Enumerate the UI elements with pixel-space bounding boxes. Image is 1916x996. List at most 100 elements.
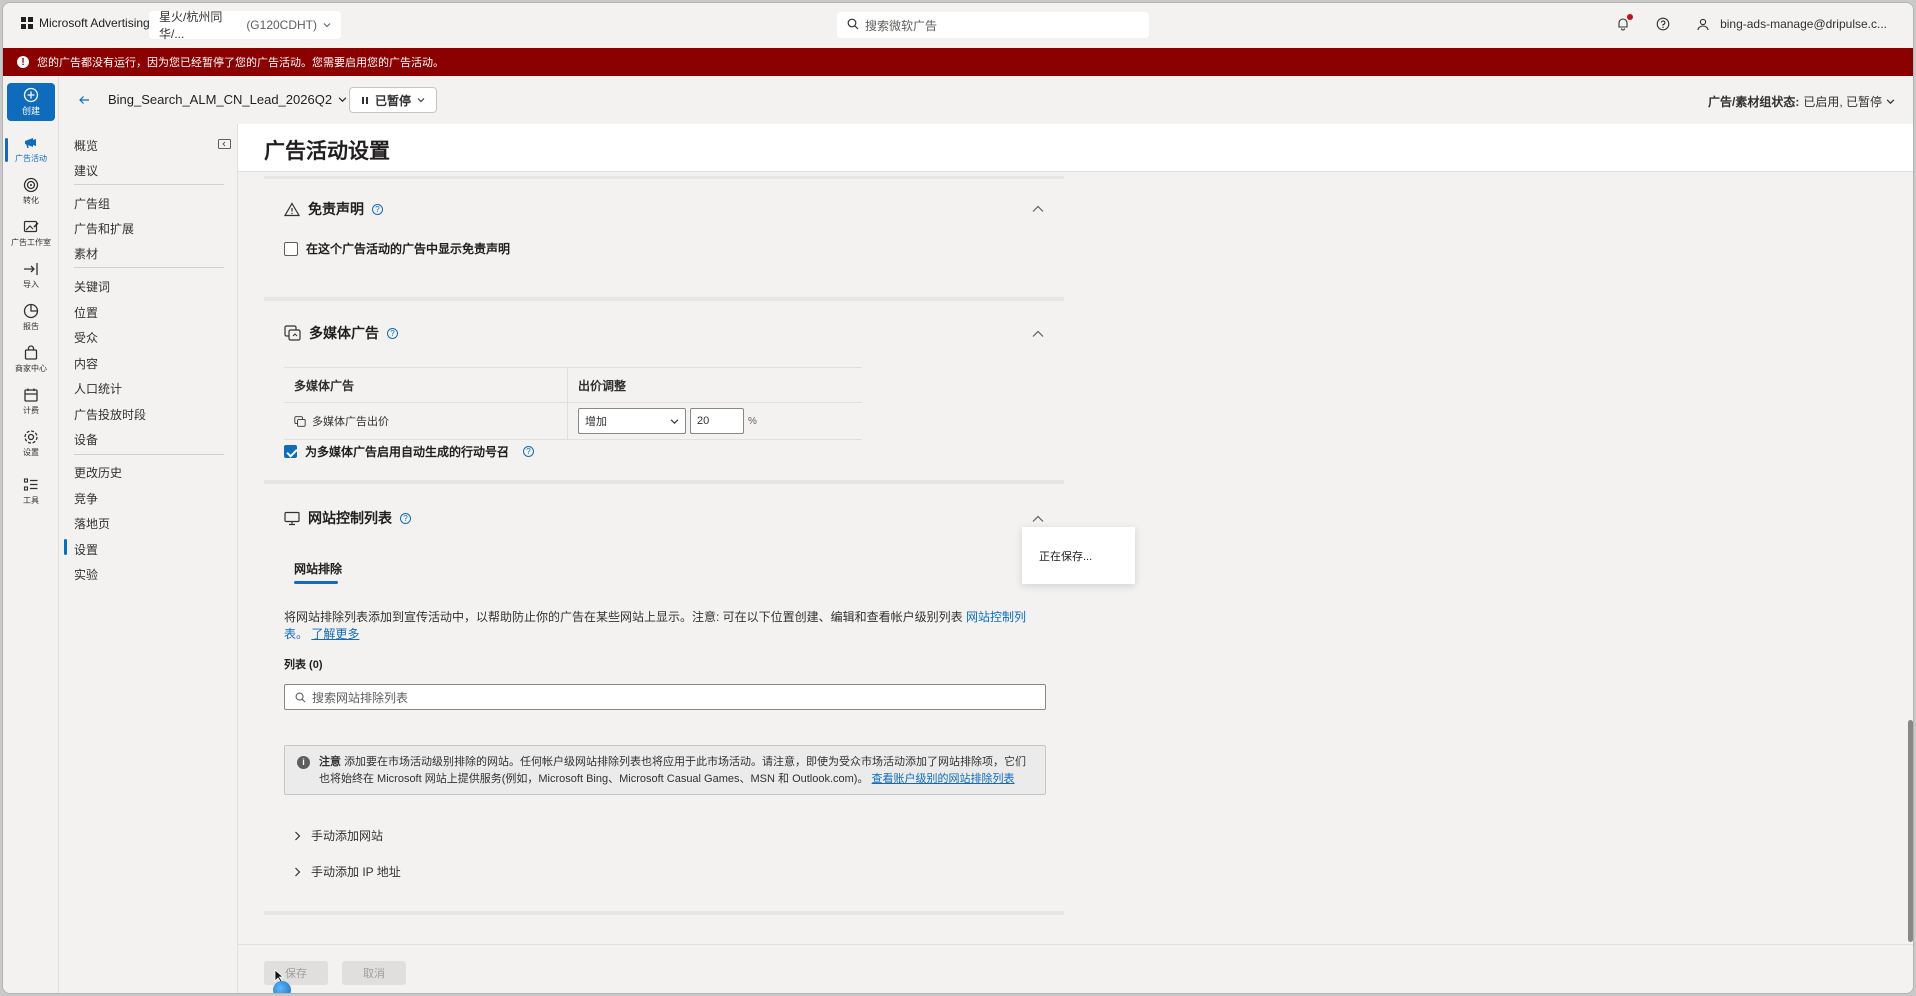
rail-item-label: 计费 — [23, 406, 39, 415]
search-placeholder: 搜索微软广告 — [865, 18, 938, 33]
help-icon[interactable] — [1654, 15, 1672, 33]
subnav-item-competition[interactable]: 竞争 — [74, 490, 98, 507]
site-exclusion-note: i 注意 添加要在市场活动级别排除的网站。任何帐户级网站排除列表也将应用于此市场… — [284, 745, 1046, 795]
campaign-subnav: 概览 建议 广告组 广告和扩展 素材 关键词 位置 受众 内容 人口统计 广告投… — [60, 124, 238, 993]
content-scrollbar[interactable] — [1906, 172, 1913, 944]
subnav-item-landing-pages[interactable]: 落地页 — [74, 515, 110, 532]
search-icon — [847, 18, 859, 33]
subnav-item-change-history[interactable]: 更改历史 — [74, 464, 122, 481]
chevron-right-icon — [295, 831, 301, 840]
bid-adjust-direction-select[interactable]: 增加 — [578, 408, 686, 434]
multimedia-header: 多媒体广告 ? — [284, 323, 398, 343]
disclaimer-title: 免责声明 — [308, 201, 364, 217]
description-text: 将网站排除列表添加到宣传活动中，以帮助防止你的广告在某些网站上显示。注意: 可在… — [284, 610, 963, 624]
rail-item-label: 导入 — [23, 280, 39, 289]
subnav-item-overview[interactable]: 概览 — [74, 137, 98, 154]
info-icon: i — [297, 756, 310, 769]
campaign-status: 已暂停 — [374, 93, 411, 108]
subnav-item-demographics[interactable]: 人口统计 — [74, 380, 122, 397]
left-rail: 创建 广告活动 转化 广告工作室 导入 报告 商家中心 计费 设置 工具 — [3, 76, 59, 993]
campaign-status-dropdown[interactable]: 已暂停 — [349, 87, 437, 113]
rail-item-campaigns[interactable]: 广告活动 — [3, 134, 59, 164]
asset-group-status[interactable]: 广告/素材组状态: 已启用, 已暂停 — [1708, 93, 1895, 110]
brand-name: Microsoft Advertising — [39, 16, 150, 30]
column-header: 出价调整 — [578, 378, 627, 393]
subnav-item-ad-groups[interactable]: 广告组 — [74, 195, 110, 212]
subnav-item-devices[interactable]: 设备 — [74, 431, 98, 448]
subnav-item-content[interactable]: 内容 — [74, 355, 98, 372]
chevron-down-icon — [670, 418, 679, 424]
brand[interactable]: Microsoft Advertising — [21, 16, 150, 30]
rail-item-billing[interactable]: 计费 — [3, 386, 59, 416]
rail-item-merchant-center[interactable]: 商家中心 — [3, 344, 59, 374]
global-search-input[interactable]: 搜索微软广告 — [837, 12, 1149, 38]
account-exclusion-list-link[interactable]: 查看账户级别的网站排除列表 — [872, 773, 1015, 785]
collapse-panel-icon[interactable] — [218, 138, 231, 152]
help-icon[interactable]: ? — [387, 327, 398, 339]
multimedia-ad-icon — [284, 325, 301, 341]
subnav-item-audiences[interactable]: 受众 — [74, 329, 98, 346]
microsoft-logo-icon — [21, 17, 33, 29]
subnav-item-recommendations[interactable]: 建议 — [74, 162, 98, 179]
create-button[interactable]: 创建 — [7, 83, 55, 121]
notifications-bell-icon[interactable] — [1614, 14, 1634, 33]
auto-cta-checkbox-row[interactable]: 为多媒体广告启用自动生成的行动号召 ? — [284, 443, 535, 460]
auto-cta-checkbox[interactable] — [284, 445, 297, 458]
collapse-section-icon[interactable] — [1032, 512, 1044, 526]
show-disclaimer-checkbox[interactable] — [284, 241, 298, 256]
rail-item-label: 广告活动 — [15, 154, 47, 163]
multimedia-title: 多媒体广告 — [309, 325, 379, 341]
scrollbar-thumb[interactable] — [1908, 720, 1913, 942]
site-control-section: 网站控制列表 ? 网站排除 将网站排除列表添加到宣传活动中，以帮助防止你的广告在… — [264, 488, 1064, 915]
learn-more-link[interactable]: 了解更多 — [311, 627, 359, 641]
help-icon[interactable]: ? — [400, 512, 411, 524]
help-icon[interactable]: ? — [523, 446, 535, 457]
help-icon[interactable]: ? — [372, 203, 383, 215]
tab-site-exclusions[interactable]: 网站排除 — [294, 560, 342, 577]
rail-item-settings[interactable]: 设置 — [3, 428, 59, 458]
account-picker[interactable]: 星火/杭州同华/... (G120CDHT) — [149, 10, 341, 41]
multimedia-bid-table: 多媒体广告 出价调整 多媒体广告出价 增加 20 % — [284, 367, 862, 440]
rail-item-import[interactable]: 导入 — [3, 260, 59, 290]
manual-add-ip-expander[interactable]: 手动添加 IP 地址 — [294, 863, 401, 880]
billing-icon — [24, 388, 38, 402]
collapse-section-icon[interactable] — [1032, 202, 1044, 216]
site-exclusion-search-input[interactable]: 搜索网站排除列表 — [284, 684, 1046, 710]
campaign-name: Bing_Search_ALM_CN_Lead_2026Q2 — [108, 92, 333, 107]
user-menu[interactable]: bing-ads-manage@dripulse.c... — [1694, 15, 1887, 33]
subnav-item-experiments[interactable]: 实验 — [74, 566, 98, 583]
subnav-item-assets[interactable]: 素材 — [74, 245, 98, 262]
campaign-header: Bing_Search_ALM_CN_Lead_2026Q2 已暂停 广告/素材… — [60, 76, 1913, 124]
back-arrow-icon[interactable] — [78, 93, 90, 109]
chevron-down-icon — [338, 97, 347, 103]
show-disclaimer-checkbox-row[interactable]: 在这个广告活动的广告中显示免责声明 — [284, 240, 510, 257]
subnav-item-locations[interactable]: 位置 — [74, 304, 98, 321]
collapse-section-icon[interactable] — [1032, 327, 1044, 341]
subnav-item-keywords[interactable]: 关键词 — [74, 278, 110, 295]
rail-item-tools[interactable]: 工具 — [3, 476, 59, 506]
account-id: (G120CDHT) — [246, 18, 317, 32]
subnav-item-settings[interactable]: 设置 — [63, 539, 98, 558]
gear-icon — [24, 430, 38, 444]
cancel-button[interactable]: 取消 — [342, 961, 406, 985]
rail-item-reports[interactable]: 报告 — [3, 302, 59, 332]
subnav-item-ads-extensions[interactable]: 广告和扩展 — [74, 220, 134, 237]
percent-unit: % — [748, 415, 757, 427]
rail-item-ad-studio[interactable]: 广告工作室 — [3, 218, 59, 248]
campaign-selector[interactable]: Bing_Search_ALM_CN_Lead_2026Q2 — [108, 92, 347, 107]
rail-item-label: 工具 — [23, 496, 39, 505]
rail-item-label: 商家中心 — [15, 364, 47, 373]
active-tab-indicator — [294, 581, 338, 584]
asset-status-value: 已启用, 已暂停 — [1803, 95, 1882, 109]
chevron-down-icon — [1886, 99, 1895, 105]
rail-item-label: 设置 — [23, 448, 39, 457]
rail-item-conversions[interactable]: 转化 — [3, 176, 59, 206]
subnav-item-ad-schedule[interactable]: 广告投放时段 — [74, 406, 146, 423]
table-cell: 增加 20 % — [568, 403, 862, 439]
site-control-title: 网站控制列表 — [308, 510, 392, 526]
bid-adjust-percent-input[interactable]: 20 — [690, 408, 744, 434]
manual-add-sites-expander[interactable]: 手动添加网站 — [294, 827, 383, 844]
user-email: bing-ads-manage@dripulse.c... — [1720, 17, 1887, 31]
divider — [264, 176, 1064, 179]
shopping-bag-icon — [24, 345, 38, 360]
